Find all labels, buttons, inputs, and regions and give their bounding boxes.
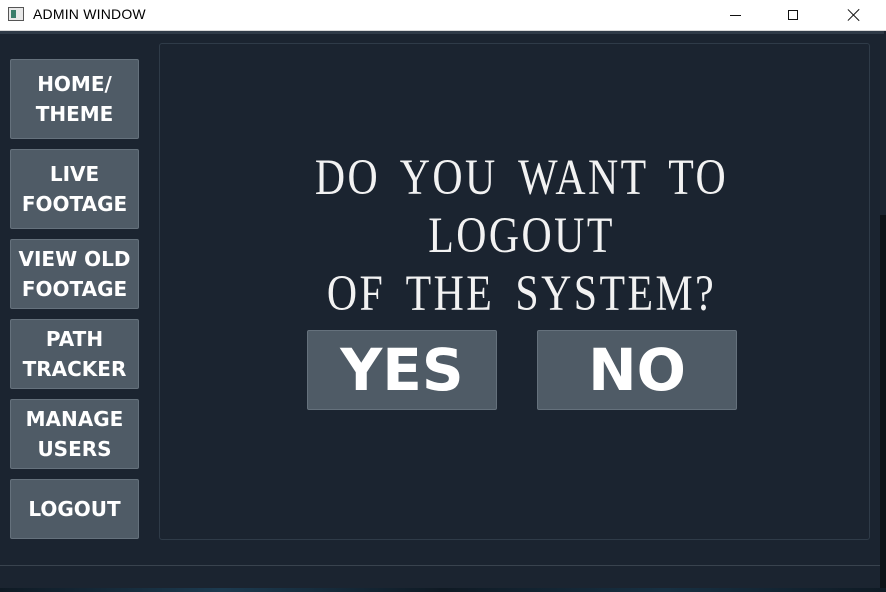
sidebar-item-label: LIVE (49, 162, 100, 186)
sidebar-item-manage-users[interactable]: MANAGE USERS (10, 399, 139, 469)
sidebar-item-home-theme[interactable]: HOME/ THEME (10, 59, 139, 139)
maximize-icon (788, 10, 798, 20)
app-window-icon (8, 7, 24, 21)
sidebar-item-label: THEME (35, 102, 114, 126)
question-line: DO YOU WANT TO LOGOUT (314, 150, 729, 264)
sidebar-item-label: USERS (37, 437, 112, 461)
sidebar-item-label: MANAGE (25, 407, 124, 431)
sidebar-item-label: TRACKER (22, 357, 127, 381)
yes-button[interactable]: YES (307, 330, 497, 410)
sidebar-item-logout[interactable]: LOGOUT (10, 479, 139, 539)
sidebar-item-label: FOOTAGE (21, 192, 128, 216)
sidebar-item-live-footage[interactable]: LIVE FOOTAGE (10, 149, 139, 229)
minimize-button[interactable] (706, 0, 764, 30)
sidebar-item-path-tracker[interactable]: PATH TRACKER (10, 319, 139, 389)
title-bar: ADMIN WINDOW (0, 0, 886, 31)
close-icon (847, 8, 861, 22)
sidebar-item-label: PATH (45, 327, 104, 351)
logout-confirmation-panel: DO YOU WANT TO LOGOUT OF THE SYSTEM? YES… (159, 43, 870, 540)
close-button[interactable] (822, 0, 886, 30)
sidebar-item-label: VIEW OLD (18, 247, 131, 271)
no-button[interactable]: NO (537, 330, 737, 410)
sidebar-item-view-old-footage[interactable]: VIEW OLD FOOTAGE (10, 239, 139, 309)
sidebar-item-label: FOOTAGE (21, 277, 128, 301)
logout-question: DO YOU WANT TO LOGOUT OF THE SYSTEM? (230, 149, 813, 323)
status-divider (0, 565, 880, 566)
minimize-icon (729, 14, 741, 16)
sidebar-item-label: LOGOUT (28, 497, 121, 521)
window-title: ADMIN WINDOW (33, 6, 146, 22)
maximize-button[interactable] (764, 0, 822, 30)
question-line: OF THE SYSTEM? (326, 266, 717, 322)
sidebar-item-label: HOME/ (37, 72, 112, 96)
background-window-edge (880, 215, 886, 592)
desktop-background-edge (0, 588, 886, 592)
